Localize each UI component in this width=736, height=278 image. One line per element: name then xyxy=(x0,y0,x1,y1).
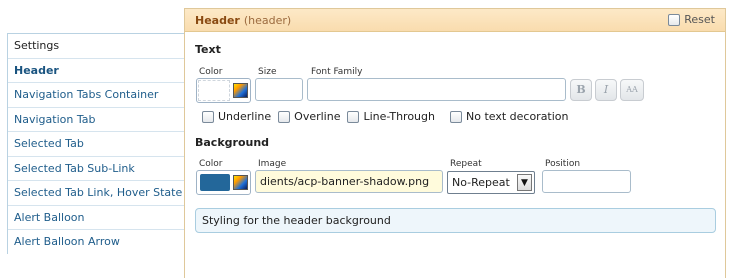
sidebar-item-selected-tab-sub-link[interactable]: Selected Tab Sub-Link xyxy=(8,156,184,181)
panel-header: Header (header) Reset xyxy=(185,9,725,32)
background-position-input[interactable] xyxy=(542,170,631,193)
style-property-panel: Header (header) Reset Text Color Size Fon… xyxy=(184,8,726,278)
sidebar-item-navigation-tab[interactable]: Navigation Tab xyxy=(8,107,184,132)
chevron-down-icon[interactable]: ▼ xyxy=(517,174,532,191)
text-size-label: Size xyxy=(258,67,277,77)
background-image-input[interactable]: dients/acp-banner-shadow.png xyxy=(255,170,443,193)
color-picker-icon[interactable] xyxy=(233,83,248,98)
font-family-label: Font Family xyxy=(311,67,363,77)
line-through-label: Line-Through xyxy=(363,110,435,123)
sidebar-item-selected-tab-link-hover[interactable]: Selected Tab Link, Hover State xyxy=(8,181,184,206)
overline-label: Overline xyxy=(294,110,341,123)
no-decoration-checkbox[interactable] xyxy=(449,110,462,123)
sidebar-item-navigation-tabs-container[interactable]: Navigation Tabs Container xyxy=(8,83,184,108)
text-color-swatch xyxy=(198,80,230,101)
underline-option[interactable]: Underline xyxy=(202,110,271,123)
sidebar-item-header[interactable]: Header xyxy=(8,58,184,83)
property-description: Styling for the header background xyxy=(195,208,716,233)
panel-title: Header (header) xyxy=(195,14,291,27)
underline-label: Underline xyxy=(218,110,272,123)
underline-checkbox[interactable] xyxy=(202,110,214,123)
panel-title-text: Header xyxy=(195,14,240,27)
no-decoration-option[interactable]: No text decoration xyxy=(449,110,569,123)
background-repeat-select[interactable]: No-Repeat ▼ xyxy=(447,171,535,194)
color-picker-icon[interactable] xyxy=(233,175,248,190)
reset-label: Reset xyxy=(684,13,715,26)
small-caps-button[interactable]: AA xyxy=(620,79,644,101)
sidebar-item-settings[interactable]: Settings xyxy=(8,34,184,59)
no-decoration-label: No text decoration xyxy=(465,110,569,123)
text-section-title: Text xyxy=(195,43,221,56)
text-size-input[interactable] xyxy=(255,78,303,101)
bold-button[interactable]: B xyxy=(570,79,592,101)
background-image-label: Image xyxy=(258,159,287,169)
text-color-field[interactable] xyxy=(196,78,251,103)
background-position-label: Position xyxy=(545,159,581,169)
background-color-swatch xyxy=(200,174,230,191)
background-color-label: Color xyxy=(199,159,223,169)
panel-title-subtitle: (header) xyxy=(243,14,292,27)
reset-checkbox[interactable] xyxy=(668,13,681,26)
background-color-field[interactable] xyxy=(196,170,251,195)
italic-button[interactable]: I xyxy=(595,79,617,101)
line-through-checkbox[interactable] xyxy=(347,110,360,123)
background-repeat-label: Repeat xyxy=(450,159,482,169)
text-color-label: Color xyxy=(199,67,223,77)
overline-option[interactable]: Overline xyxy=(278,110,340,123)
sidebar-item-alert-balloon-arrow[interactable]: Alert Balloon Arrow xyxy=(8,230,184,255)
line-through-option[interactable]: Line-Through xyxy=(347,110,435,123)
text-decoration-options: Underline Overline Line-Through No text … xyxy=(202,110,576,123)
font-family-input[interactable] xyxy=(307,78,566,101)
reset-control[interactable]: Reset xyxy=(668,13,715,26)
style-property-sidebar: Settings Header Navigation Tabs Containe… xyxy=(7,33,184,255)
sidebar-item-alert-balloon[interactable]: Alert Balloon xyxy=(8,205,184,230)
overline-checkbox[interactable] xyxy=(278,110,291,123)
background-section-title: Background xyxy=(195,136,270,149)
sidebar-item-selected-tab[interactable]: Selected Tab xyxy=(8,132,184,157)
